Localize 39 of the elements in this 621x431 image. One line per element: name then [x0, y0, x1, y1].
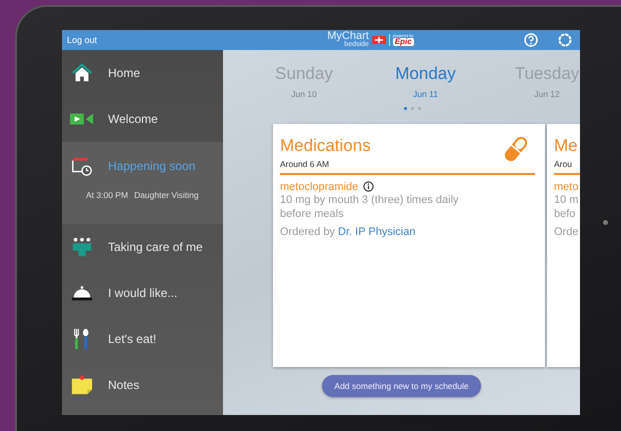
logout-link[interactable]: Log out [67, 35, 98, 45]
dosage-text: befo [554, 207, 576, 222]
brand-logo: Epic [392, 38, 414, 46]
card-title: Medications [280, 136, 371, 156]
sidebar-item[interactable]: Notes [62, 362, 223, 408]
add-schedule-button[interactable]: Add something new to my schedule [322, 375, 481, 397]
sidebar-item[interactable]: Let's eat! [62, 316, 223, 362]
settings-icon[interactable] [558, 33, 572, 47]
medication-name[interactable]: metoclopramide [280, 180, 358, 192]
sidebar-item[interactable]: I would like... [62, 270, 223, 316]
help-icon[interactable] [524, 33, 538, 47]
dosage-text: 10 mg by mouth 3 (three) times daily [280, 192, 459, 208]
time-label: Around 6 AM [280, 159, 330, 169]
dosage-text: 10 m [554, 192, 578, 208]
time-label: Arou [554, 159, 572, 169]
doctor-link[interactable]: Dr. IP Physician [338, 226, 416, 238]
dosage-text: before meals [280, 207, 344, 222]
house-icon [70, 62, 94, 84]
calendar-clock-icon [70, 155, 94, 177]
medication-name[interactable]: meto [554, 180, 578, 192]
sticky-note-icon [70, 374, 94, 396]
sidebar-item[interactable]: Taking care of me [62, 224, 223, 270]
card-title: Me [554, 136, 578, 156]
info-icon[interactable] [363, 181, 374, 192]
people-icon [70, 236, 94, 258]
event-time: At 3:00 PM [86, 190, 128, 200]
sidebar-item[interactable]: Welcome [62, 96, 223, 142]
ordered-by-label: Ordered by [280, 226, 336, 238]
ordered-by-label: Orde [554, 226, 578, 238]
page-dot[interactable] [418, 107, 421, 110]
flag-icon [372, 36, 386, 44]
day-tab[interactable]: Monday Jun 11 [370, 64, 480, 99]
sidebar-item[interactable]: Home [62, 50, 223, 96]
sidebar-item[interactable]: Happening soon [62, 142, 223, 190]
camera-lens [603, 220, 608, 225]
page-dot[interactable] [411, 107, 414, 110]
logo-name: MyChart [327, 32, 369, 42]
page-dot[interactable] [404, 107, 407, 110]
event-title: Daughter Visiting [134, 190, 199, 200]
